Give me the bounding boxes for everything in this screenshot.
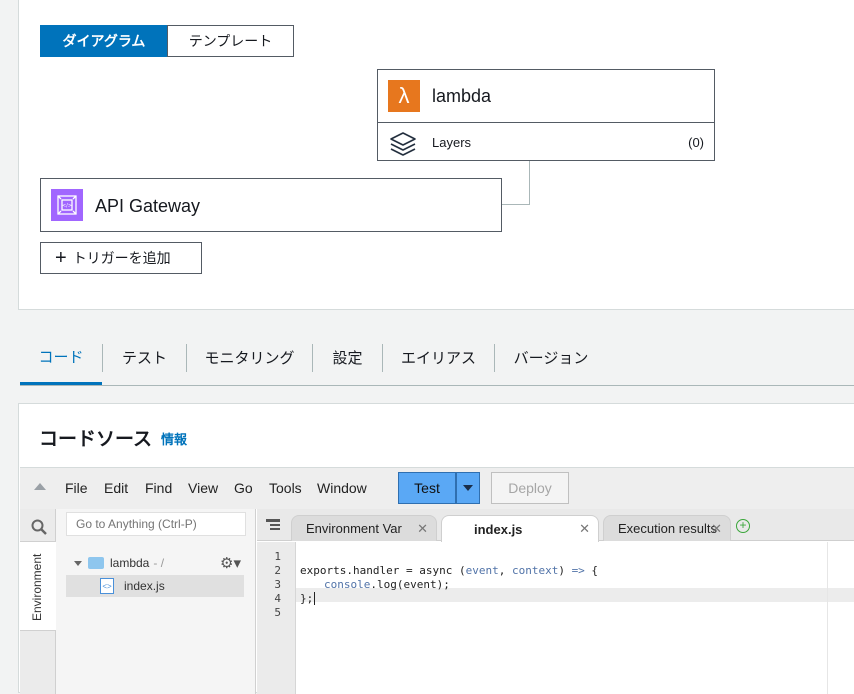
environment-sidebar-strip: Environment [20,509,56,694]
tree-file-index-js[interactable]: <> index.js [66,575,244,597]
go-to-anything-input[interactable] [66,512,246,536]
tab-versions[interactable]: バージョン [495,330,607,385]
code-editor[interactable]: exports.handler = async (event, context)… [296,542,854,694]
close-icon[interactable]: ✕ [417,521,428,537]
api-gateway-icon: </> [51,189,83,221]
menu-window[interactable]: Window [317,480,367,496]
function-diagram-panel: ダイアグラム テンプレート λ lambda Layers (0) </> AP… [18,0,854,310]
test-button-group: Test [398,472,480,504]
deploy-button[interactable]: Deploy [491,472,569,504]
tab-code[interactable]: コード [20,330,102,385]
svg-text:</>: </> [62,203,72,209]
ide-menubar: File Edit Find View Go Tools Window Test… [20,467,854,509]
layers-label[interactable]: Layers [432,135,471,150]
caret-down-icon [463,485,473,491]
line-number: 5 [274,606,281,619]
print-margin [827,542,828,694]
line-number-gutter: 1 2 3 4 5 [257,542,296,694]
function-name: lambda [432,86,492,106]
gear-icon[interactable]: ⚙▾ [220,554,241,572]
js-file-icon: <> [100,578,114,594]
add-trigger-button[interactable]: + トリガーを追加 [40,242,202,274]
plus-icon: + [55,247,67,269]
menu-find[interactable]: Find [145,480,172,496]
card-divider [378,122,714,123]
line-number: 4 [274,592,281,605]
info-link[interactable]: 情報 [161,429,187,448]
file-name: index.js [124,579,165,593]
editor-tab-label: index.js [474,521,523,537]
test-dropdown-button[interactable] [456,472,480,504]
lambda-icon: λ [388,80,420,112]
file-tree: lambda - / ⚙▾ <> index.js [56,509,256,694]
new-tab-plus-icon[interactable]: + [736,519,750,533]
editor-tab-label: Environment Var [306,521,402,536]
close-icon[interactable]: ✕ [579,521,590,537]
code-line-4: }; [300,592,316,605]
expand-caret-icon[interactable] [74,560,82,566]
menu-file[interactable]: File [65,480,88,496]
connector-line [501,204,530,205]
menu-view[interactable]: View [188,480,218,496]
line-number: 2 [274,564,281,577]
code-source-title: コードソース [39,429,153,450]
collapse-icon[interactable] [34,483,46,490]
editor-tab-execution-results[interactable]: Execution results ✕ [603,515,731,541]
tab-monitoring[interactable]: モニタリング [187,330,312,385]
menu-tools[interactable]: Tools [269,480,302,496]
editor-tab-label: Execution results [618,521,717,536]
editor-tab-bar: Environment Var ✕ index.js ✕ Execution r… [257,509,854,542]
trigger-card-api-gateway[interactable]: </> API Gateway [40,178,502,232]
code-line-2: exports.handler = async (event, context)… [300,564,599,577]
editor-tab-index-js[interactable]: index.js ✕ [441,515,599,542]
tab-aliases[interactable]: エイリアス [383,330,494,385]
editor-tab-environment-variables[interactable]: Environment Var ✕ [291,515,437,541]
folder-path: - / [153,556,165,570]
lambda-function-card[interactable]: λ lambda Layers (0) [377,69,715,161]
line-number: 3 [274,578,281,591]
folder-name: lambda [110,556,150,570]
add-trigger-label: トリガーを追加 [72,250,171,266]
tab-settings[interactable]: 設定 [313,330,382,385]
search-icon[interactable] [31,519,47,535]
line-number: 1 [274,550,281,563]
trigger-name: API Gateway [95,196,201,216]
layers-icon [390,132,416,156]
close-icon[interactable]: ✕ [711,521,722,537]
menu-go[interactable]: Go [234,480,253,496]
environment-label: Environment [30,553,44,621]
text-cursor [314,592,316,605]
function-tabs: コード テスト モニタリング 設定 エイリアス バージョン [20,330,854,386]
connector-line [529,161,530,205]
test-button[interactable]: Test [398,472,456,504]
tabs-menu-icon[interactable] [266,519,280,531]
layers-count: (0) [688,135,704,150]
code-line-3: console.log(event); [324,578,450,591]
menu-edit[interactable]: Edit [104,480,128,496]
tree-folder-lambda[interactable]: lambda - / ⚙▾ [74,553,249,573]
diagram-view-toggle[interactable]: ダイアグラム [40,25,168,57]
folder-icon [88,557,104,569]
template-view-toggle[interactable]: テンプレート [167,25,294,57]
code-source-panel: コードソース 情報 File Edit Find View Go Tools W… [18,403,854,694]
tab-test[interactable]: テスト [103,330,186,385]
